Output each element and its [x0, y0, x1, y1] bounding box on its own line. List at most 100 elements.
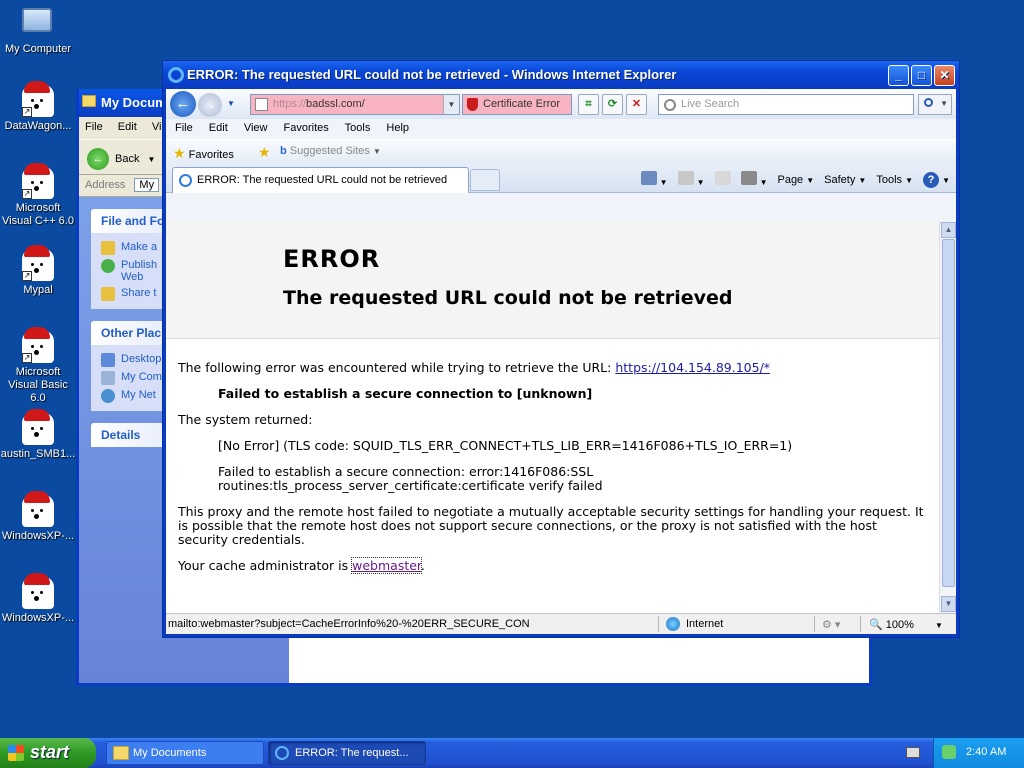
- folder-icon: [113, 746, 129, 760]
- forward-arrow-icon[interactable]: →: [198, 93, 222, 117]
- home-icon: [640, 171, 657, 185]
- back-arrow-icon[interactable]: ←: [170, 91, 196, 117]
- taskbar: start My Documents ERROR: The request...…: [0, 738, 1024, 768]
- webmaster-link[interactable]: webmaster: [351, 557, 422, 574]
- page-icon: [255, 98, 268, 111]
- computer-icon: [22, 8, 54, 40]
- certificate-error-button[interactable]: Certificate Error: [462, 94, 572, 115]
- zoom-level[interactable]: 🔍 100% ▼: [869, 618, 943, 631]
- menu-file[interactable]: File: [85, 121, 103, 133]
- feeds-button[interactable]: ▼: [677, 171, 705, 188]
- taskbar-my-documents[interactable]: My Documents: [106, 741, 264, 765]
- ie-menubar: File Edit View Favorites Tools Help: [166, 119, 956, 139]
- bing-icon: b: [280, 145, 287, 157]
- desktop-icon-mypal[interactable]: ↗ Mypal: [0, 245, 76, 297]
- status-text: mailto:webmaster?subject=CacheErrorInfo%…: [168, 618, 530, 630]
- file-list-area: [289, 637, 869, 683]
- status-bar: mailto:webmaster?subject=CacheErrorInfo%…: [166, 613, 956, 634]
- tab-error-page[interactable]: ERROR: The requested URL could not be re…: [172, 167, 469, 193]
- menu-edit[interactable]: Edit: [118, 121, 137, 133]
- printer-icon: [740, 171, 757, 185]
- maximize-button[interactable]: □: [911, 65, 932, 86]
- vertical-scrollbar[interactable]: ▲ ▼: [939, 221, 956, 613]
- menu-help[interactable]: Help: [386, 122, 409, 134]
- new-tab-button[interactable]: [470, 169, 500, 191]
- help-icon: ?: [923, 171, 940, 188]
- help-button[interactable]: ? ▼: [923, 171, 950, 188]
- desktop-icon-austin-smb[interactable]: austin_SMB1...: [0, 409, 76, 461]
- page-content: ERROR The requested URL could not be ret…: [166, 221, 939, 613]
- ie-titlebar[interactable]: ERROR: The requested URL could not be re…: [163, 61, 959, 89]
- tab-row: ERROR: The requested URL could not be re…: [166, 165, 956, 193]
- taskbar-ie-error[interactable]: ERROR: The request...: [268, 741, 426, 765]
- proxy-message: This proxy and the remote host failed to…: [178, 504, 924, 547]
- santa-icon: ↗: [22, 81, 54, 117]
- desktop-icon: [101, 353, 115, 367]
- desktop-icon-visual-basic[interactable]: ↗ Microsoft Visual Basic 6.0: [0, 327, 76, 405]
- favorites-button[interactable]: ★ Favorites: [173, 145, 234, 161]
- home-button[interactable]: ▼: [640, 171, 668, 188]
- chevron-down-icon: ▼: [940, 99, 948, 108]
- search-input[interactable]: Live Search: [658, 94, 914, 115]
- menu-edit[interactable]: Edit: [209, 122, 228, 134]
- address-dropdown-icon[interactable]: ▼: [443, 95, 459, 114]
- add-favorite-icon[interactable]: ★: [258, 144, 271, 161]
- system-tray: 2:40 AM: [933, 738, 1024, 768]
- print-button[interactable]: ▼: [740, 171, 767, 188]
- folder-icon: [101, 241, 115, 255]
- favorites-bar: ★ Favorites ★ b Suggested Sites ▼: [166, 139, 956, 165]
- compatibility-icon[interactable]: ⌗: [578, 94, 599, 115]
- error-header: ERROR The requested URL could not be ret…: [166, 221, 939, 339]
- ie-logo-icon: [275, 746, 289, 760]
- history-dropdown-icon[interactable]: ▼: [227, 99, 235, 108]
- scroll-down-button[interactable]: ▼: [941, 596, 956, 612]
- menu-view[interactable]: Vi: [152, 121, 162, 133]
- ie-window[interactable]: ERROR: The requested URL could not be re…: [162, 60, 960, 638]
- desktop-icon-windowsxp-2[interactable]: WindowsXP-...: [0, 573, 76, 625]
- ie-tab-icon: [179, 174, 192, 187]
- search-button[interactable]: ▼: [918, 94, 952, 115]
- santa-icon: ↗: [22, 327, 54, 363]
- desktop-icon-datawagon[interactable]: ↗ DataWagon...: [0, 81, 76, 133]
- star-icon: ★: [173, 145, 186, 161]
- ssl-detail: Failed to establish a secure connection:…: [218, 464, 603, 493]
- tools-menu[interactable]: Tools ▼: [876, 174, 913, 186]
- rss-icon: [677, 171, 694, 185]
- minimize-button[interactable]: _: [888, 65, 909, 86]
- address-field[interactable]: My: [134, 178, 160, 192]
- menu-file[interactable]: File: [175, 122, 193, 134]
- address-bar[interactable]: https://badssl.com/ ▼: [250, 94, 460, 115]
- desktop-icon-windowsxp-1[interactable]: WindowsXP-...: [0, 491, 76, 543]
- ie-logo-icon: [168, 67, 184, 83]
- scroll-up-button[interactable]: ▲: [941, 222, 956, 238]
- back-button[interactable]: ← Back ▼: [87, 148, 155, 170]
- network-icon: [101, 389, 115, 403]
- stop-icon[interactable]: ✕: [626, 94, 647, 115]
- protected-mode-icon[interactable]: ⚙ ▾: [822, 618, 840, 631]
- error-subtitle: The requested URL could not be retrieved: [283, 287, 733, 309]
- menu-tools[interactable]: Tools: [345, 122, 371, 134]
- security-zone[interactable]: Internet: [666, 617, 723, 631]
- start-button[interactable]: start: [0, 738, 96, 768]
- safety-menu[interactable]: Safety ▼: [824, 174, 866, 186]
- close-button[interactable]: ✕: [934, 65, 955, 86]
- chevron-down-icon[interactable]: ▼: [147, 155, 155, 164]
- network-tray-icon[interactable]: [942, 745, 956, 759]
- desktop-icon-visual-cpp[interactable]: ↗ Microsoft Visual C++ 6.0: [0, 163, 76, 228]
- refresh-icon[interactable]: ⟳: [602, 94, 623, 115]
- read-mail-button[interactable]: [714, 171, 731, 188]
- santa-icon: [22, 491, 54, 527]
- windows-logo-icon: [8, 745, 24, 761]
- scroll-thumb[interactable]: [942, 239, 955, 587]
- cache-admin-paragraph: Your cache administrator is webmaster.: [178, 557, 425, 574]
- menu-favorites[interactable]: Favorites: [284, 122, 329, 134]
- desktop-icon-my-computer[interactable]: My Computer: [0, 4, 76, 56]
- error-url-link[interactable]: https://104.154.89.105/*: [615, 360, 770, 375]
- suggested-sites-button[interactable]: b Suggested Sites ▼: [280, 145, 381, 157]
- menu-view[interactable]: View: [244, 122, 268, 134]
- page-menu[interactable]: Page ▼: [777, 174, 814, 186]
- command-bar: ▼ ▼ ▼ Page ▼ Safety ▼ Tools ▼ ? ▼: [640, 171, 950, 188]
- mail-icon: [714, 171, 731, 185]
- keyboard-icon[interactable]: [906, 747, 920, 758]
- clock[interactable]: 2:40 AM: [966, 746, 1006, 758]
